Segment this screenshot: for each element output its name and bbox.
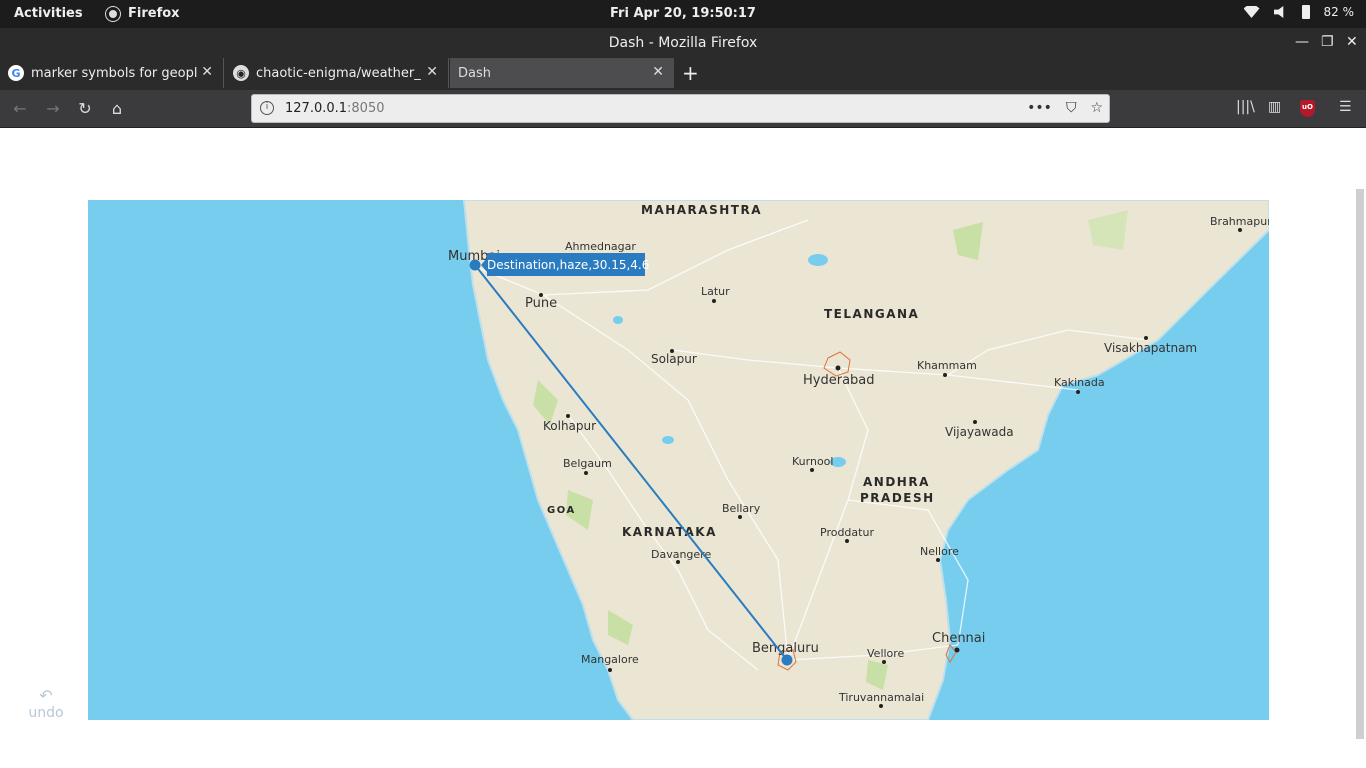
google-icon: G [8,65,24,81]
city-label: Vellore [867,647,905,660]
undo-label: undo [28,705,64,721]
tab-strip: G marker symbols for geopl ✕ ◉ chaotic-e… [0,58,1366,90]
undo-icon: ↶ [39,686,53,705]
state-label: PRADESH [860,491,935,505]
city-label: Latur [701,285,730,298]
library-icon[interactable]: |||\ [1236,99,1255,115]
state-label: TELANGANA [824,307,919,321]
city-label: Proddatur [820,526,874,539]
page-actions-icon[interactable]: ••• [1027,100,1052,116]
tooltip-text: Destination,haze,30.15,4.6 [487,258,649,272]
close-tab-icon[interactable]: ✕ [201,64,213,80]
wifi-icon [1243,6,1260,18]
close-tab-icon[interactable]: ✕ [652,64,664,80]
system-tray[interactable]: 82 % [1243,5,1355,19]
reload-icon[interactable]: ↻ [75,99,95,119]
tab-label: marker symbols for geopl [31,65,197,81]
sidebar-icon[interactable]: ▥ [1268,99,1281,115]
pocket-icon[interactable]: ⛉ [1066,100,1077,116]
url-text[interactable]: 127.0.0.1:8050 [285,101,385,116]
bookmark-star-icon[interactable]: ☆ [1090,100,1103,116]
github-icon: ◉ [233,65,249,81]
battery-icon [1301,5,1310,19]
city-label: Khammam [917,359,977,372]
state-label: ANDHRA [863,475,930,489]
city-label: Belgaum [563,457,612,470]
city-label: Hyderabad [803,373,875,388]
clock[interactable]: Fri Apr 20, 19:50:17 [0,6,1366,21]
firefox-icon [106,6,120,21]
battery-percent: 82 % [1323,5,1355,19]
undo-button[interactable]: ↶ undo [24,686,68,721]
menu-icon[interactable]: ☰ [1339,99,1352,115]
city-label: Chennai [932,631,985,646]
app-name: Firefox [128,6,180,21]
city-label: Bengaluru [752,641,819,656]
city-label: Nellore [920,545,959,558]
new-tab-icon[interactable]: + [682,61,699,85]
state-label: GOA [547,505,576,516]
page-scrollbar[interactable] [1356,189,1364,739]
destination-marker[interactable] [469,259,481,271]
hover-tooltip: Destination,haze,30.15,4.6 [481,253,649,276]
minimize-icon[interactable]: — [1295,34,1309,50]
ublock-icon[interactable]: uO [1300,100,1315,117]
close-tab-icon[interactable]: ✕ [426,64,438,80]
site-info-icon[interactable]: i [260,101,274,115]
tab-github[interactable]: ◉ chaotic-enigma/weather_... ✕ [225,58,449,88]
back-icon[interactable]: ← [10,99,30,119]
city-label: Kakinada [1054,376,1105,389]
forward-icon[interactable]: → [43,99,63,119]
tab-label: chaotic-enigma/weather_... [256,65,422,81]
url-bar[interactable]: i 127.0.0.1:8050 ••• ⛉ ☆ [251,94,1110,123]
city-label: Vijayawada [945,425,1014,439]
gnome-top-bar: Activities Firefox Fri Apr 20, 19:50:17 … [0,0,1366,28]
city-label: Mangalore [581,653,639,666]
app-menu[interactable]: Firefox [106,6,180,21]
window-title: Dash - Mozilla Firefox [608,35,758,51]
state-label: KARNATAKA [622,525,717,539]
origin-marker[interactable] [781,654,793,666]
tab-google[interactable]: G marker symbols for geopl ✕ [0,58,224,88]
navigation-toolbar: ← → ↻ ⌂ i 127.0.0.1:8050 ••• ⛉ ☆ |||\ ▥ … [0,90,1366,128]
city-label: Tiruvannamalai [838,691,924,704]
map-graph[interactable]: MAHARASHTRA TELANGANA KARNATAKA ANDHRA P… [88,200,1269,720]
tab-label: Dash [458,65,491,81]
tab-dash[interactable]: Dash ✕ [450,58,674,88]
city-label: Kolhapur [543,419,596,433]
city-label: Visakhapatnam [1104,341,1197,355]
city-label: Kurnool [792,455,833,468]
city-label: Bellary [722,502,761,515]
window-title-bar: Dash - Mozilla Firefox — ❐ ✕ [0,28,1366,58]
restore-icon[interactable]: ❐ [1321,34,1334,50]
map-canvas[interactable]: MAHARASHTRA TELANGANA KARNATAKA ANDHRA P… [88,200,1269,720]
volume-icon [1273,6,1284,18]
close-window-icon[interactable]: ✕ [1346,34,1358,50]
activities-button[interactable]: Activities [14,6,83,21]
city-label: Solapur [651,352,697,366]
state-label: MAHARASHTRA [641,203,762,217]
home-icon[interactable]: ⌂ [107,99,127,119]
city-label: Brahmapur [1210,215,1269,228]
city-label: Ahmednagar [565,240,636,253]
city-label: Pune [525,296,557,311]
